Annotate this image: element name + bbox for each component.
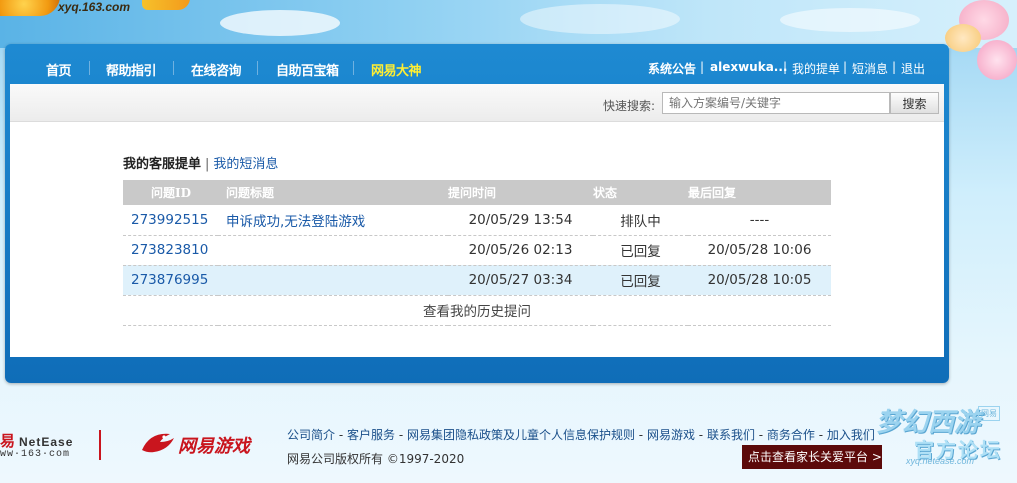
footer-link-sep: - xyxy=(634,428,647,442)
nav-divider xyxy=(257,61,258,75)
nav-item-online-consult[interactable]: 在线咨询 xyxy=(191,60,242,79)
nav-item-home[interactable]: 首页 xyxy=(46,60,72,79)
footer-link-contact[interactable]: 联系我们 xyxy=(707,428,755,442)
footer-link-join[interactable]: 加入我们 xyxy=(827,428,875,442)
tab-my-tickets[interactable]: 我的客服提单 xyxy=(123,157,201,172)
ticket-title[interactable]: 申诉成功,无法登陆游戏 xyxy=(218,205,448,236)
nav-item-help[interactable]: 帮助指引 xyxy=(106,60,157,79)
footer-link-sep: - xyxy=(754,428,767,442)
main-panel: 首页 帮助指引 在线咨询 自助百宝箱 网易大神 系统公告 | alexwuka.… xyxy=(5,44,949,383)
nav-sep: | xyxy=(843,60,848,74)
footer-divider xyxy=(99,430,101,460)
ticket-title[interactable] xyxy=(218,265,448,296)
ticket-status: 已回复 xyxy=(593,265,688,296)
netease-games-logo[interactable]: 网易游戏 xyxy=(178,432,250,458)
nav-sep: | xyxy=(892,60,897,74)
nav-sep: | xyxy=(783,60,788,74)
nav-item-dashen[interactable]: 网易大神 xyxy=(371,60,422,79)
ticket-table: 问题ID 问题标题 提问时间 状态 最后回复 273992515 申诉成功,无法… xyxy=(123,180,831,326)
forum-brand-logo[interactable]: 梦幻西游 网易 官方论坛 xyq.netease.com xyxy=(872,398,1012,468)
ticket-id[interactable]: 273823810 xyxy=(123,235,218,266)
col-header-status: 状态 xyxy=(593,180,688,205)
ticket-id[interactable]: 273876995 xyxy=(123,265,218,296)
forum-brand-url: xyq.netease.com xyxy=(906,456,975,466)
parental-care-button[interactable]: 点击查看家长关爱平台 > xyxy=(742,445,882,469)
tab-my-messages[interactable]: 我的短消息 xyxy=(213,157,278,172)
search-label: 快速搜索: xyxy=(603,99,656,113)
table-header-row: 问题ID 问题标题 提问时间 状态 最后回复 xyxy=(123,180,831,205)
netease-logo-en: NetEase xyxy=(19,435,74,449)
tab-separator: | xyxy=(205,157,210,172)
ticket-last-reply: ---- xyxy=(688,205,831,236)
footer-link-sep: - xyxy=(814,428,827,442)
nav-messages[interactable]: 短消息 xyxy=(852,60,888,77)
nav-logout[interactable]: 退出 xyxy=(901,60,925,77)
cloud-decoration xyxy=(780,8,920,32)
top-nav: 首页 帮助指引 在线咨询 自助百宝箱 网易大神 系统公告 | alexwuka.… xyxy=(5,44,949,84)
history-row: 查看我的历史提问 xyxy=(123,295,831,326)
footer-link-service[interactable]: 客户服务 xyxy=(347,428,395,442)
ticket-status: 已回复 xyxy=(593,235,688,266)
footer-link-about[interactable]: 公司简介 xyxy=(287,428,335,442)
col-header-title: 问题标题 xyxy=(218,180,448,205)
content-area: 快速搜索: 搜索 我的客服提单 |我的短消息 问题ID 问题标题 提问时间 状态 … xyxy=(10,84,944,357)
ticket-last-reply: 20/05/28 10:06 xyxy=(688,235,831,266)
col-header-last-reply: 最后回复 xyxy=(688,180,831,205)
ticket-time: 20/05/26 02:13 xyxy=(448,235,593,266)
footer-link-games[interactable]: 网易游戏 xyxy=(647,428,695,442)
netease-logo-url: ww·163·com xyxy=(0,449,71,460)
ticket-status: 排队中 xyxy=(593,205,688,236)
nav-divider xyxy=(89,61,90,75)
nav-divider xyxy=(353,61,354,75)
footer-copyright: 网易公司版权所有 ©1997-2020 xyxy=(287,452,465,466)
site-logo-url[interactable]: xyq.163.com xyxy=(58,0,130,14)
table-row[interactable]: 273992515 申诉成功,无法登陆游戏 20/05/29 13:54 排队中… xyxy=(123,205,831,236)
nav-sep: | xyxy=(700,60,705,74)
table-row[interactable]: 273876995 20/05/27 03:34 已回复 20/05/28 10… xyxy=(123,265,831,296)
nav-username[interactable]: alexwuka... xyxy=(710,60,787,74)
cloud-decoration xyxy=(520,4,680,34)
table-row[interactable]: 273823810 20/05/26 02:13 已回复 20/05/28 10… xyxy=(123,235,831,266)
site-logo-tail xyxy=(142,0,190,10)
character-decoration xyxy=(937,0,1017,90)
nav-divider xyxy=(173,61,174,75)
netease-games-bird-icon xyxy=(142,433,174,453)
footer-link-business[interactable]: 商务合作 xyxy=(767,428,815,442)
netease-logo[interactable]: 易 NetEase xyxy=(0,430,73,451)
ticket-last-reply: 20/05/28 10:05 xyxy=(688,265,831,296)
nav-system-notice[interactable]: 系统公告 xyxy=(648,60,696,77)
footer-link-sep: - xyxy=(395,428,407,442)
netease-logo-cn: 易 xyxy=(0,432,16,450)
forum-brand-badge: 网易 xyxy=(978,406,1000,421)
cloud-decoration xyxy=(220,10,340,36)
footer-link-privacy[interactable]: 网易集团隐私政策及儿童个人信息保护规则 xyxy=(407,428,635,442)
nav-my-tickets[interactable]: 我的提单 xyxy=(792,60,840,77)
ticket-time: 20/05/29 13:54 xyxy=(448,205,593,236)
ticket-time: 20/05/27 03:34 xyxy=(448,265,593,296)
col-header-time: 提问时间 xyxy=(448,180,593,205)
footer-links: 公司简介 - 客户服务 - 网易集团隐私政策及儿童个人信息保护规则 - 网易游戏… xyxy=(287,426,875,443)
ticket-tabs: 我的客服提单 | 我的短消息 xyxy=(123,153,278,172)
col-header-id: 问题ID xyxy=(123,180,218,205)
ticket-title[interactable] xyxy=(218,235,448,266)
footer-link-sep: - xyxy=(335,428,347,442)
nav-item-self-service[interactable]: 自助百宝箱 xyxy=(276,60,339,79)
footer-link-sep: - xyxy=(694,428,707,442)
search-input[interactable] xyxy=(662,92,890,114)
history-link[interactable]: 查看我的历史提问 xyxy=(123,295,831,326)
search-bar: 快速搜索: 搜索 xyxy=(10,84,944,122)
search-button[interactable]: 搜索 xyxy=(890,92,939,114)
ticket-id[interactable]: 273992515 xyxy=(123,205,218,236)
